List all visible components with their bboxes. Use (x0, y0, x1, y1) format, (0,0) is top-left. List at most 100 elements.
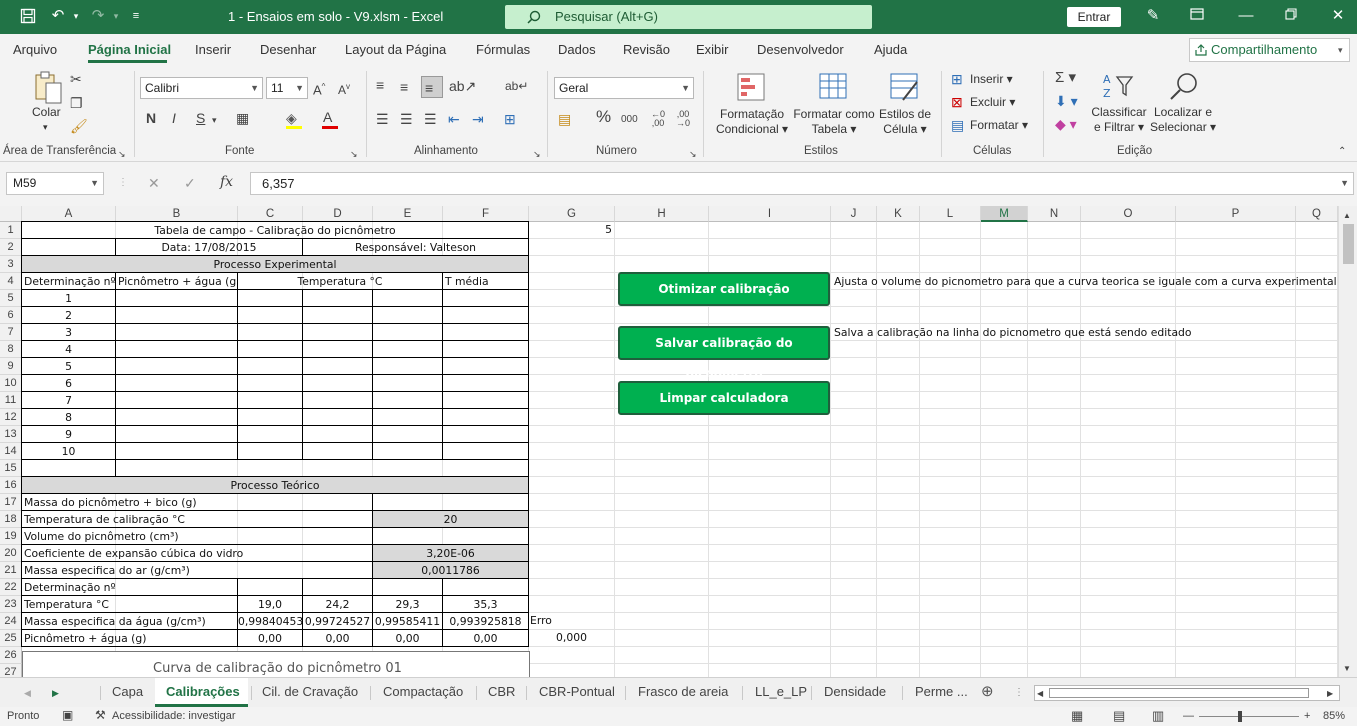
label-cell[interactable]: Volume do picnômetro (cm³) (21, 527, 373, 545)
row-header[interactable]: 15 (0, 460, 22, 477)
cancel-icon[interactable]: ✕ (148, 175, 160, 191)
cell[interactable] (442, 374, 529, 392)
scroll-up-icon[interactable]: ▲ (1343, 208, 1351, 224)
row-header[interactable]: 19 (0, 528, 22, 545)
determination-cell[interactable]: 4 (21, 340, 116, 358)
column-header[interactable]: L (920, 206, 981, 222)
cell[interactable] (237, 425, 303, 443)
cell[interactable] (302, 578, 373, 596)
cell[interactable] (115, 323, 238, 341)
column-header[interactable]: G (529, 206, 615, 222)
header-determination[interactable]: Determinação nº (21, 272, 116, 290)
align-top-icon[interactable]: ≡ (376, 77, 384, 93)
cell[interactable] (302, 425, 373, 443)
row-header[interactable]: 10 (0, 375, 22, 392)
label-cell[interactable]: Massa do picnômetro + bico (g) (21, 493, 373, 511)
optimize-calibration-button[interactable]: Otimizar calibração (618, 272, 830, 306)
cell[interactable] (442, 289, 529, 307)
column-header[interactable]: Q (1296, 206, 1338, 222)
tab-revisao[interactable]: Revisão (623, 42, 670, 57)
paste-button[interactable]: Colar (32, 105, 61, 120)
zoom-out-icon[interactable]: — (1183, 710, 1194, 722)
row-header[interactable]: 7 (0, 324, 22, 341)
cell[interactable] (115, 459, 529, 477)
determination-cell[interactable]: 5 (21, 357, 116, 375)
cell[interactable] (442, 306, 529, 324)
cell[interactable] (442, 425, 529, 443)
air-density-cell[interactable]: 0,0011786 (372, 561, 529, 579)
cell[interactable] (442, 442, 529, 460)
cell[interactable] (442, 357, 529, 375)
align-middle-icon[interactable]: ≡ (400, 79, 408, 95)
close-icon[interactable]: ✕ (1328, 8, 1348, 24)
tab-desenhar[interactable]: Desenhar (260, 42, 316, 57)
orientation-icon[interactable]: ab↗ (449, 78, 476, 94)
pen-icon[interactable]: ✎ (1143, 8, 1163, 24)
page-layout-view-icon[interactable]: ▤ (1113, 708, 1125, 724)
wrap-text-icon[interactable]: ab↵ (505, 78, 528, 94)
cell[interactable] (302, 306, 373, 324)
clear-calculator-button[interactable]: Limpar calculadora (618, 381, 830, 415)
tab-formulas[interactable]: Fórmulas (476, 42, 530, 57)
temperature-value-cell[interactable]: 24,2 (302, 595, 373, 613)
cell-styles-button[interactable]: Estilos de Célula ▾ (876, 107, 934, 137)
accessibility-icon[interactable]: ⚒ (95, 708, 106, 722)
next-sheet-icon[interactable]: ▶ (52, 685, 59, 701)
cell[interactable] (237, 306, 303, 324)
row-header[interactable]: 23 (0, 596, 22, 613)
row-header[interactable]: 14 (0, 443, 22, 460)
tab-exibir[interactable]: Exibir (696, 42, 729, 57)
cell[interactable] (302, 408, 373, 426)
row-header[interactable]: 17 (0, 494, 22, 511)
row-header[interactable]: 5 (0, 290, 22, 307)
fill-color-icon[interactable]: ◈ (286, 110, 297, 126)
column-header[interactable]: I (709, 206, 831, 222)
picnometer-water-cell[interactable]: 0,00 (372, 629, 443, 647)
cell[interactable] (372, 289, 443, 307)
cell[interactable] (372, 306, 443, 324)
determination-cell[interactable]: 6 (21, 374, 116, 392)
cell[interactable] (115, 408, 238, 426)
cell[interactable] (442, 323, 529, 341)
borders-icon[interactable]: ▦ (236, 110, 249, 126)
date-cell[interactable]: Data: 17/08/2015 (115, 238, 303, 256)
row-header[interactable]: 13 (0, 426, 22, 443)
conditional-formatting-icon[interactable] (736, 72, 766, 105)
label-cell[interactable]: Temperatura °C (21, 595, 238, 613)
cell[interactable] (372, 340, 443, 358)
insert-function-icon[interactable]: fx (220, 174, 233, 190)
normal-view-icon[interactable]: ▦ (1071, 708, 1083, 724)
search-box[interactable]: Pesquisar (Alt+G) (505, 5, 872, 29)
increase-indent-icon[interactable]: ⇥ (472, 111, 484, 127)
column-header[interactable]: H (615, 206, 709, 222)
water-density-cell[interactable]: 0,99840453 (237, 612, 303, 630)
redo-icon[interactable]: ↷ (88, 8, 108, 24)
tab-arquivo[interactable]: Arquivo (13, 42, 57, 57)
picnometer-water-cell[interactable]: 0,00 (237, 629, 303, 647)
scroll-down-icon[interactable]: ▼ (1343, 661, 1351, 677)
cell[interactable] (302, 289, 373, 307)
cell[interactable] (372, 442, 443, 460)
cell[interactable] (372, 374, 443, 392)
font-size-select[interactable]: 11 ▼ (266, 77, 308, 99)
temperature-value-cell[interactable]: 35,3 (442, 595, 529, 613)
page-break-view-icon[interactable]: ▥ (1152, 708, 1164, 724)
picnometer-water-cell[interactable]: 0,00 (302, 629, 373, 647)
cell[interactable] (302, 357, 373, 375)
cell[interactable] (302, 374, 373, 392)
cell[interactable] (115, 425, 238, 443)
delete-cells-icon[interactable]: ⊠ (951, 94, 963, 110)
delete-cells-button[interactable]: Excluir ▾ (970, 95, 1015, 110)
macro-record-icon[interactable]: ▣ (62, 708, 73, 722)
determination-cell[interactable]: 1 (21, 289, 116, 307)
copy-icon[interactable]: ❐ (70, 95, 83, 111)
format-cells-icon[interactable]: ▤ (951, 117, 964, 133)
row-header[interactable]: 16 (0, 477, 22, 494)
name-box[interactable]: M59 ▼ (6, 172, 104, 195)
cell[interactable] (237, 442, 303, 460)
number-launcher-icon[interactable]: ↘ (689, 146, 697, 162)
header-temperature[interactable]: Temperatura °C (237, 272, 443, 290)
label-cell[interactable]: Massa especifica da água (g/cm³) (21, 612, 238, 630)
table-title-cell[interactable]: Tabela de campo - Calibração do picnômet… (21, 221, 529, 239)
column-header[interactable]: P (1176, 206, 1296, 222)
